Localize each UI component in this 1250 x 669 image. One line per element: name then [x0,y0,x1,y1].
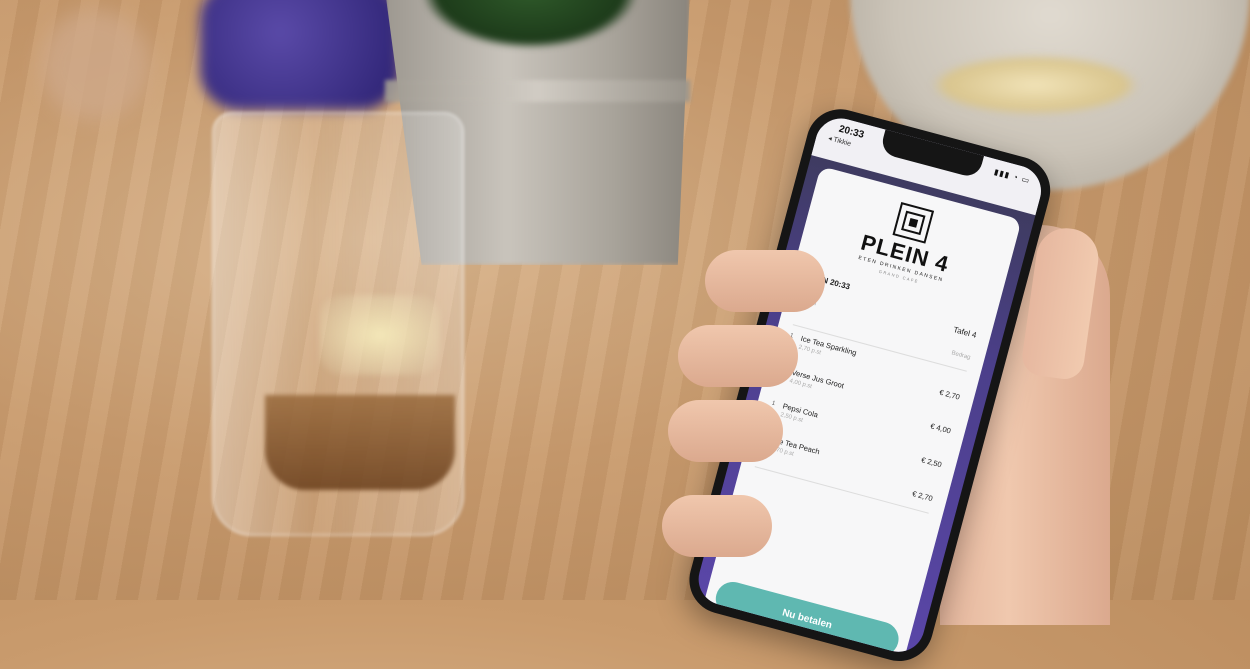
item-price: € 2,70 [938,387,961,402]
lemon-ice [320,295,440,375]
hand-finger [705,250,825,312]
glass-liquid [265,395,455,490]
plant-pot-rim [385,80,690,102]
item-price: € 2,70 [911,489,934,504]
hand-finger [668,400,783,462]
column-amount: Bedrag [950,350,971,362]
hand-finger [662,495,772,557]
hand-finger [678,325,798,387]
signal-wifi-battery-icon: ▮▮▮ ◔ ▭ [993,167,1032,186]
pay-now-button[interactable]: Nu betalen [711,578,903,658]
plein4-logo-icon [892,202,935,244]
item-price: € 4,00 [929,421,952,436]
item-price: € 2,50 [920,455,943,470]
blurred-object [40,10,150,120]
blue-vase [200,0,400,110]
bowl-food [930,55,1140,115]
table-number: Tafel 4 [952,325,978,340]
plant-leaves [420,0,640,50]
